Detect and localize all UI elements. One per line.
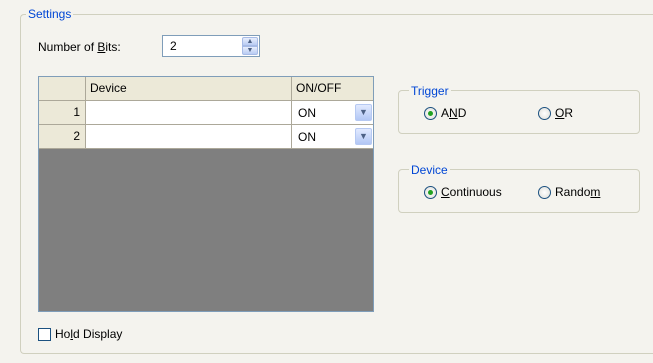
spin-up-arrow-icon[interactable]: ▲ (242, 37, 258, 46)
column-header-device[interactable]: Device (86, 77, 292, 101)
trigger-legend: Trigger (409, 84, 451, 98)
device-cell[interactable] (86, 125, 292, 149)
radio-unselected-icon[interactable] (538, 185, 551, 199)
on-off-combo[interactable]: ON ▼ (292, 125, 373, 149)
radio-unselected-icon[interactable] (538, 106, 551, 120)
device-random-radio[interactable]: Random (538, 185, 600, 199)
on-off-value: ON (298, 130, 316, 144)
chevron-down-icon[interactable]: ▼ (355, 128, 372, 145)
checkbox-unchecked-icon[interactable] (38, 327, 51, 341)
table-row: 1 ON ▼ (39, 101, 373, 125)
on-off-combo[interactable]: ON ▼ (292, 101, 373, 125)
trigger-and-label: AND (441, 106, 467, 120)
chevron-down-icon[interactable]: ▼ (355, 104, 372, 121)
number-of-bits-value[interactable]: 2 (170, 39, 177, 53)
row-number[interactable]: 2 (39, 125, 86, 149)
column-header-on-off[interactable]: ON/OFF (292, 77, 373, 101)
number-of-bits-spinner[interactable]: 2 ▲ ▼ (162, 35, 260, 57)
device-continuous-radio[interactable]: Continuous (424, 185, 502, 199)
spin-down-arrow-icon[interactable]: ▼ (242, 46, 258, 55)
radio-selected-icon[interactable] (424, 106, 437, 120)
table-row: 2 ON ▼ (39, 125, 373, 149)
hold-display-label: Hold Display (55, 327, 123, 341)
row-number[interactable]: 1 (39, 101, 86, 125)
trigger-and-radio[interactable]: AND (424, 106, 466, 120)
trigger-or-label: OR (555, 106, 574, 120)
device-random-label: Random (555, 185, 601, 199)
header-corner-cell (39, 77, 86, 101)
device-table: Device ON/OFF 1 ON ▼ 2 ON ▼ (38, 76, 374, 312)
hold-display-checkbox[interactable]: Hold Display (38, 327, 122, 341)
radio-selected-icon[interactable] (424, 185, 437, 199)
settings-legend: Settings (26, 7, 74, 21)
number-of-bits-label: Number of Bits: (38, 40, 121, 54)
device-continuous-label: Continuous (441, 185, 502, 199)
trigger-or-radio[interactable]: OR (538, 106, 573, 120)
on-off-value: ON (298, 106, 316, 120)
table-header-row: Device ON/OFF (39, 77, 373, 101)
device-cell[interactable] (86, 101, 292, 125)
device-legend: Device (409, 163, 450, 177)
